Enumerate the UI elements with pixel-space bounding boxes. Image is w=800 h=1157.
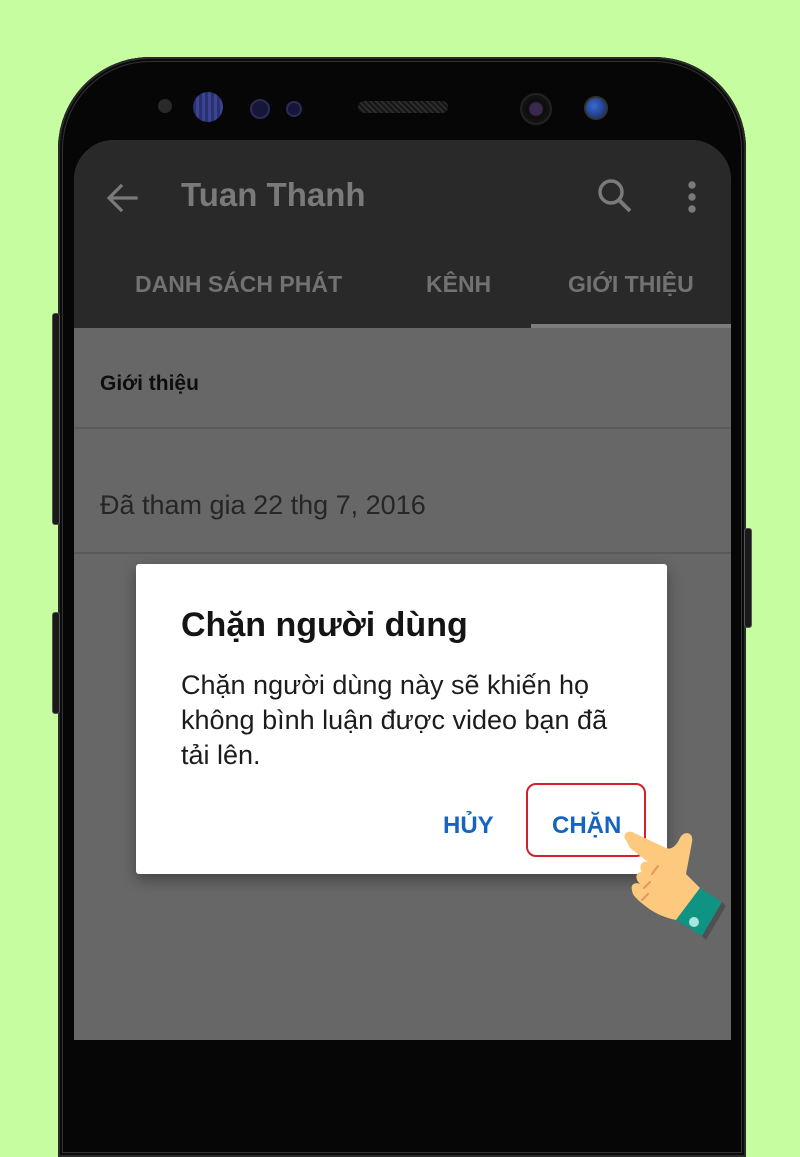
bixby-button[interactable] [52, 313, 60, 525]
search-icon[interactable] [596, 177, 634, 215]
app-bar: Tuan Thanh DANH SÁCH PHÁT KÊNH GIỚI THIỆ… [74, 140, 731, 328]
power-button[interactable] [744, 528, 752, 628]
volume-button[interactable] [52, 612, 60, 714]
divider [74, 427, 731, 429]
active-tab-indicator [531, 324, 731, 328]
proximity-sensor [158, 99, 172, 113]
earpiece-speaker [358, 101, 448, 113]
led-sensor [584, 96, 608, 120]
pointing-hand-icon [624, 831, 726, 940]
tab-playlists[interactable]: DANH SÁCH PHÁT [135, 271, 342, 298]
about-section-title: Giới thiệu [100, 372, 199, 395]
front-camera [520, 93, 552, 125]
arrow-left-icon[interactable] [104, 180, 140, 216]
dialog-message: Chặn người dùng này sẽ khiến họ không bì… [181, 670, 608, 770]
more-vertical-icon[interactable] [682, 180, 702, 216]
light-sensor [250, 99, 270, 119]
sensor-small [286, 101, 302, 117]
block-button[interactable]: CHẶN [552, 812, 621, 840]
block-user-dialog: Chặn người dùng Chặn người dùng này sẽ k… [136, 564, 667, 874]
cancel-button[interactable]: HỦY [443, 812, 494, 840]
divider [74, 552, 731, 554]
channel-title: Tuan Thanh [181, 176, 366, 213]
tab-about[interactable]: GIỚI THIỆU [568, 271, 694, 298]
tab-channels[interactable]: KÊNH [426, 271, 491, 298]
joined-date: Đã tham gia 22 thg 7, 2016 [100, 490, 426, 520]
dialog-title: Chặn người dùng [181, 606, 468, 644]
iris-sensor [193, 92, 223, 122]
